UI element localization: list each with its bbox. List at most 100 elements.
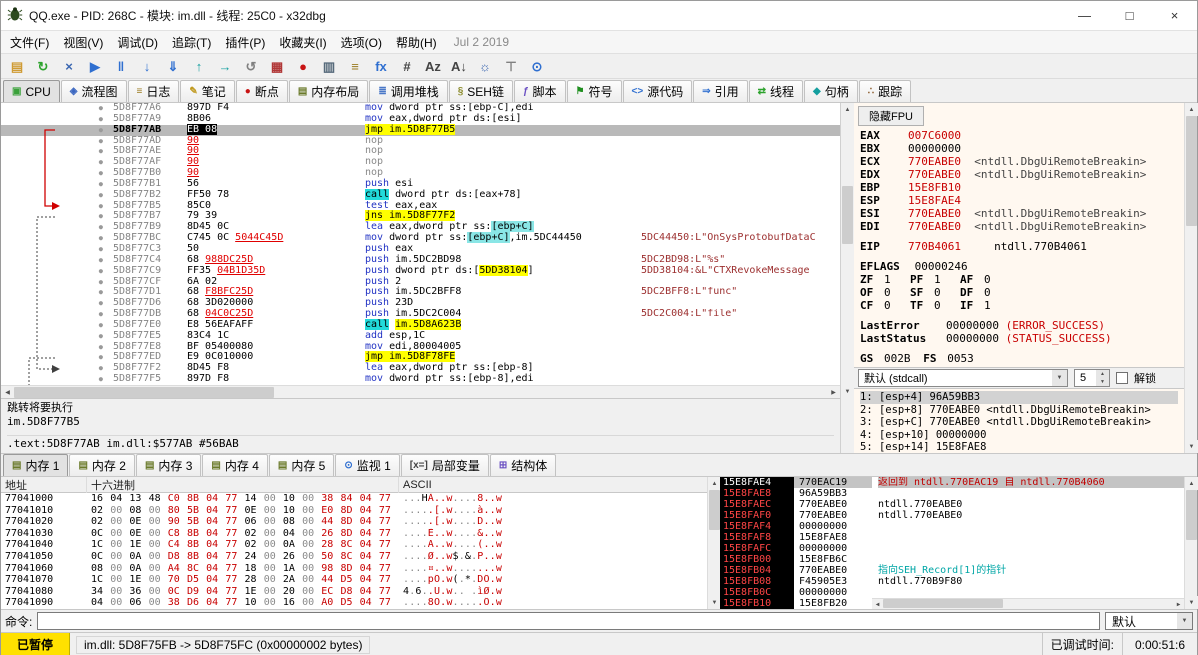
close-button[interactable]: × (1152, 1, 1197, 30)
dump-vscrollbar[interactable]: ▲ ▼ (707, 477, 721, 609)
hide-fpu-button[interactable]: 隐藏FPU (858, 106, 924, 126)
tab-memory-map[interactable]: ▤ 内存布局 (288, 80, 369, 102)
calling-convention-combo[interactable]: 默认 (stdcall) ▼ (858, 369, 1068, 387)
spin-down-icon[interactable]: ▼ (1096, 378, 1109, 386)
stack-comment[interactable] (878, 488, 1184, 499)
scroll-up-icon[interactable]: ▲ (841, 103, 854, 116)
segment-fs[interactable]: FS (923, 352, 947, 365)
dump-row[interactable]: 77041020 02 00 0E 00 90 5B 04 77 06 00 08 00 44 8D 04 77… (1, 516, 707, 528)
dump-row[interactable]: 77041040 1C 00 1E 00 C4 8B 04 77 02 00 0A 00 28 8C 04 77… (1, 539, 707, 551)
edx-value[interactable]: 770EABE0 (908, 168, 961, 181)
stack-comment[interactable] (878, 543, 1184, 554)
stack-comment[interactable]: ntdll.770B9F80 (878, 576, 1184, 587)
flag-zf[interactable]: ZF (860, 273, 884, 286)
stepper-arrows[interactable]: ▲ ▼ (1096, 370, 1109, 386)
ebp-value[interactable]: 15E8FB10 (908, 181, 961, 194)
tab-log[interactable]: ≡ 日志 (127, 80, 180, 102)
spin-up-icon[interactable]: ▲ (1096, 370, 1109, 378)
stack-comment[interactable]: ntdll.770EABE0 (878, 499, 1184, 510)
breakpoint-dot-icon[interactable]: ● (99, 363, 103, 373)
flag-of[interactable]: OF (860, 286, 884, 299)
tab-locals[interactable]: [x=] 局部变量 (400, 454, 489, 476)
tab-dump5[interactable]: ▤ 内存 5 (268, 454, 335, 476)
animate-button[interactable]: ↺ (239, 55, 263, 77)
disasm-row[interactable]: ● 5D8F77C9 FF35 04B1D35D push dword ptr ds:… (1, 264, 840, 277)
vscroll-track[interactable] (708, 490, 720, 596)
vscroll-track[interactable] (841, 116, 854, 385)
arg-count-stepper[interactable]: 5 ▲ ▼ (1074, 369, 1110, 387)
call-arg[interactable]: 4: [esp+10] 00000000 (860, 429, 1178, 442)
scroll-left-icon[interactable]: ◀ (1, 385, 14, 399)
breakpoint-dot-icon[interactable]: ● (99, 244, 103, 254)
call-arg[interactable]: 3: [esp+C] 770EABE0 <ntdll.DbgUiRemoteBr… (860, 416, 1178, 429)
dump-row[interactable]: 77041060 08 00 0A 00 A4 8C 04 77 18 00 1A 00 98 8D 04 77… (1, 563, 707, 575)
tab-seh[interactable]: § SEH链 (448, 80, 513, 102)
flag-af[interactable]: AF (960, 273, 984, 286)
menu-view[interactable]: 视图(V) (56, 32, 110, 53)
hscroll-track[interactable] (14, 386, 827, 399)
menu-trace[interactable]: 追踪(T) (165, 32, 218, 53)
chevron-down-icon[interactable]: ▼ (1052, 370, 1067, 386)
menu-debug[interactable]: 调试(D) (110, 32, 165, 53)
scroll-down-icon[interactable]: ▼ (841, 385, 854, 398)
find-strings-button[interactable]: Az (421, 55, 445, 77)
eflags-value[interactable]: 00000246 (908, 260, 968, 273)
hscroll-track[interactable] (883, 598, 1173, 610)
esp-value[interactable]: 15E8FAE4 (908, 194, 961, 207)
dump-row[interactable]: 77041080 34 00 36 00 0C D9 04 77 1E 00 20 00 EC D8 04 77… (1, 586, 707, 598)
dump-row[interactable]: 77041010 02 00 08 00 80 5B 04 77 0E 00 10 00 E0 8D 04 77… (1, 505, 707, 517)
step-into-button[interactable]: ↓ (135, 55, 159, 77)
pause-button[interactable]: ‖ (109, 55, 133, 77)
execute-till-return-button[interactable]: ↑ (187, 55, 211, 77)
esi-value[interactable]: 770EABE0 (908, 207, 961, 220)
vscroll-track[interactable] (1185, 116, 1197, 440)
stack-row[interactable]: 15E8FB0C 00000000 (720, 587, 872, 598)
unlock-checkbox[interactable] (1116, 372, 1128, 384)
breakpoint-dot-icon[interactable]: ● (99, 255, 103, 265)
breakpoint-dot-icon[interactable]: ● (99, 374, 103, 384)
log-button[interactable]: ≡ (343, 55, 367, 77)
breakpoint-dot-icon[interactable]: ● (99, 342, 103, 352)
tab-breakpoints[interactable]: ● 断点 (235, 80, 288, 102)
menu-file[interactable]: 文件(F) (3, 32, 56, 53)
sort-button[interactable]: A↓ (447, 55, 471, 77)
settings-button[interactable]: ☼ (473, 55, 497, 77)
menu-options[interactable]: 选项(O) (334, 32, 389, 53)
dump-row[interactable]: 77041070 1C 00 1E 00 70 D5 04 77 28 00 2A 00 44 D5 04 77… (1, 574, 707, 586)
breakpoint-dot-icon[interactable]: ● (99, 179, 103, 189)
breakpoint-dot-icon[interactable]: ● (99, 266, 103, 276)
registers-vscrollbar[interactable]: ▲ ▼ (1184, 103, 1198, 453)
disasm-vscrollbar[interactable]: ▲ ▼ (841, 103, 854, 398)
maximize-button[interactable]: □ (1107, 1, 1152, 30)
menu-plugins[interactable]: 插件(P) (218, 32, 272, 53)
edi-value[interactable]: 770EABE0 (908, 220, 961, 233)
flag-df[interactable]: DF (960, 286, 984, 299)
breakpoint-dot-icon[interactable]: ● (99, 222, 103, 232)
tab-dump2[interactable]: ▤ 内存 2 (69, 454, 135, 476)
breakpoint-dot-icon[interactable]: ● (99, 114, 103, 124)
tab-call-stack[interactable]: ≣ 调用堆栈 (369, 80, 448, 102)
command-input[interactable] (37, 612, 1100, 630)
stack-row[interactable]: 15E8FAF0 770EABE0 (720, 510, 872, 521)
restart-button[interactable]: ↻ (31, 55, 55, 77)
eax-value[interactable]: 007C6000 (908, 129, 961, 142)
scroll-down-icon[interactable]: ▼ (1185, 596, 1198, 609)
stack-row[interactable]: 15E8FAF4 00000000 (720, 521, 872, 532)
tab-graph[interactable]: ◈ 流程图 (60, 80, 127, 102)
tab-trace[interactable]: ∴ 跟踪 (858, 80, 912, 102)
scroll-right-icon[interactable]: ▶ (1173, 598, 1184, 609)
breakpoint-dot-icon[interactable]: ● (99, 146, 103, 156)
flag-tf[interactable]: TF (910, 299, 934, 312)
chevron-down-icon[interactable]: ▼ (1177, 613, 1192, 629)
stack-row[interactable]: 15E8FB04 770EABE0 (720, 565, 872, 576)
stack-comment[interactable] (878, 587, 1184, 598)
breakpoint-dot-icon[interactable]: ● (99, 352, 103, 362)
run-to-cursor-button[interactable]: → (213, 55, 237, 77)
flag-pf[interactable]: PF (910, 273, 934, 286)
chat-button[interactable]: ⊙ (525, 55, 549, 77)
flag-sf[interactable]: SF (910, 286, 934, 299)
tab-threads[interactable]: ⇄ 线程 (748, 80, 804, 102)
tab-watch1[interactable]: ⊙ 监视 1 (335, 454, 400, 476)
dump-row[interactable]: 77041030 0C 00 0E 00 C8 8B 04 77 02 00 04 00 26 8D 04 77… (1, 528, 707, 540)
stack-row[interactable]: 15E8FB10 15E8FB20 (720, 598, 872, 609)
